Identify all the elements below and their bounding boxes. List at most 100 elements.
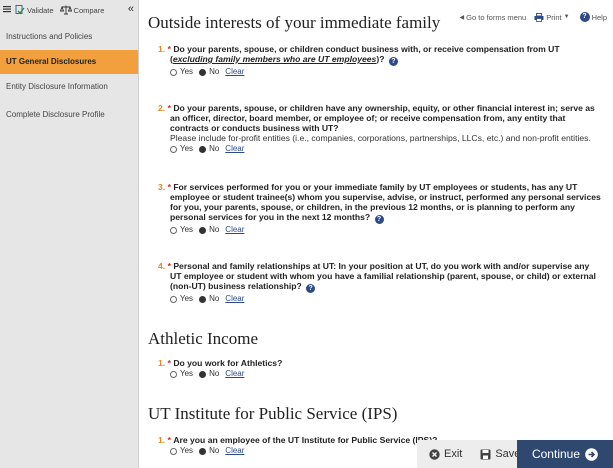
go-to-forms-menu-link[interactable]: ◀ Go to forms menu	[460, 13, 527, 22]
close-circle-icon	[429, 448, 440, 460]
question-text: Do you work for Athletics?	[173, 358, 283, 368]
required-marker: *	[167, 358, 171, 368]
radio-yes-label: Yes	[180, 369, 194, 378]
help-icon[interactable]: ?	[388, 57, 398, 66]
save-disk-icon	[480, 449, 491, 459]
question-outside-2: 2. * Do your parents, spouse, or childre…	[158, 103, 603, 154]
compare-icon	[59, 5, 72, 15]
help-icon: ?	[579, 12, 590, 22]
sidebar-item-ut-general-disclosures[interactable]: UT General Disclosures	[0, 50, 138, 74]
radio-yes[interactable]	[170, 370, 177, 378]
required-marker: *	[167, 44, 171, 54]
required-marker: *	[167, 103, 171, 113]
compare-label: Compare	[73, 5, 105, 15]
radio-yes[interactable]	[170, 145, 177, 153]
radio-yes-label: Yes	[180, 225, 194, 234]
question-outside-4: 4. * Personal and family relationships a…	[158, 261, 603, 304]
section-title-outside-interests: Outside interests of your immediate fami…	[148, 13, 441, 32]
continue-button[interactable]: Continue	[517, 440, 613, 468]
continue-label: Continue	[531, 447, 581, 461]
question-text: Are you an employee of the UT Institute …	[173, 435, 438, 445]
validate-button[interactable]: Validate	[15, 5, 54, 15]
caret-down-icon: ▼	[563, 14, 570, 20]
radio-yes-label: Yes	[180, 446, 194, 455]
radio-no[interactable]	[199, 145, 207, 153]
help-icon[interactable]: ?	[306, 284, 316, 293]
exit-label: Exit	[444, 448, 463, 460]
question-number: 3.	[158, 182, 166, 192]
clear-link[interactable]: Clear	[225, 225, 244, 235]
radio-no-label: No	[209, 67, 220, 76]
radio-yes[interactable]	[170, 68, 177, 76]
answer-options: Yes No Clear	[158, 294, 603, 304]
sidebar: Validate Compare « Instructions and Poli…	[0, 0, 139, 468]
section-title-athletic-income: Athletic Income	[148, 329, 258, 348]
required-marker: *	[167, 182, 171, 192]
printer-icon	[534, 12, 544, 22]
section-title-ips: UT Institute for Public Service (IPS)	[148, 404, 398, 423]
question-text: For services performed for you or your i…	[170, 182, 601, 222]
required-marker: *	[167, 261, 171, 271]
radio-yes-label: Yes	[180, 67, 194, 76]
question-number: 1.	[158, 358, 166, 368]
sidebar-item-instructions[interactable]: Instructions and Policies	[0, 26, 138, 48]
radio-no[interactable]	[199, 295, 207, 303]
radio-yes[interactable]	[170, 226, 177, 234]
radio-no-label: No	[209, 446, 220, 455]
question-note: Please include for-profit entities (i.e.…	[170, 133, 591, 143]
clear-link[interactable]: Clear	[225, 446, 244, 456]
print-label: Print	[546, 12, 562, 22]
answer-options: Yes No Clear	[158, 144, 603, 154]
arrow-right-circle-icon	[585, 447, 598, 461]
help-button[interactable]: ? Help	[578, 12, 607, 22]
main-content: ◀ Go to forms menu Print ▼ ? Help Outsid…	[148, 0, 613, 468]
save-button[interactable]: Save	[480, 448, 520, 460]
print-button[interactable]: Print ▼	[534, 12, 570, 22]
question-number: 4.	[158, 261, 166, 271]
go-to-forms-menu-label: Go to forms menu	[466, 12, 527, 22]
clear-link[interactable]: Clear	[225, 67, 244, 77]
radio-no-label: No	[209, 294, 220, 303]
collapse-sidebar-icon[interactable]: «	[128, 3, 134, 15]
question-athletic-1: 1. * Do you work for Athletics? Yes No C…	[158, 358, 603, 379]
radio-no[interactable]	[199, 370, 207, 378]
exit-button[interactable]: Exit	[429, 448, 462, 460]
radio-yes-label: Yes	[180, 294, 194, 303]
required-marker: *	[167, 435, 171, 445]
answer-options: Yes No Clear	[158, 67, 603, 77]
header-links: ◀ Go to forms menu Print ▼ ? Help	[452, 12, 607, 22]
question-outside-3: 3. * For services performed for you or y…	[158, 182, 603, 235]
clear-link[interactable]: Clear	[225, 294, 244, 304]
radio-no-label: No	[209, 369, 220, 378]
question-text: Personal and family relationships at UT:…	[170, 261, 596, 291]
validate-label: Validate	[27, 5, 54, 15]
clear-link[interactable]: Clear	[225, 144, 244, 154]
radio-no-label: No	[209, 144, 220, 153]
sidebar-item-entity-disclosure[interactable]: Entity Disclosure Information	[0, 76, 138, 98]
sidebar-toolbar: Validate Compare «	[0, 0, 138, 20]
menu-icon[interactable]	[3, 5, 11, 15]
radio-no[interactable]	[199, 68, 207, 76]
sidebar-item-complete-profile[interactable]: Complete Disclosure Profile	[0, 104, 138, 126]
radio-yes[interactable]	[170, 447, 177, 455]
radio-yes[interactable]	[170, 295, 177, 303]
compare-button[interactable]: Compare	[59, 5, 105, 15]
question-emphasis: excluding family members who are UT empl…	[172, 54, 377, 64]
caret-left-icon: ◀	[459, 14, 465, 21]
question-text: Do your parents, spouse, or children hav…	[170, 103, 595, 133]
radio-yes-label: Yes	[180, 144, 194, 153]
radio-no-label: No	[209, 225, 220, 234]
question-text: Do your parents, spouse, or children con…	[170, 44, 560, 64]
question-number: 1.	[158, 435, 166, 445]
question-number: 1.	[158, 44, 166, 54]
answer-options: Yes No Clear	[158, 369, 603, 379]
question-number: 2.	[158, 103, 166, 113]
validate-icon	[15, 5, 25, 15]
answer-options: Yes No Clear	[158, 225, 603, 235]
help-icon[interactable]: ?	[374, 215, 384, 224]
question-outside-1: 1. * Do your parents, spouse, or childre…	[158, 44, 603, 77]
radio-no[interactable]	[199, 447, 207, 455]
radio-no[interactable]	[199, 226, 207, 234]
help-label: Help	[591, 12, 607, 22]
clear-link[interactable]: Clear	[225, 369, 244, 379]
